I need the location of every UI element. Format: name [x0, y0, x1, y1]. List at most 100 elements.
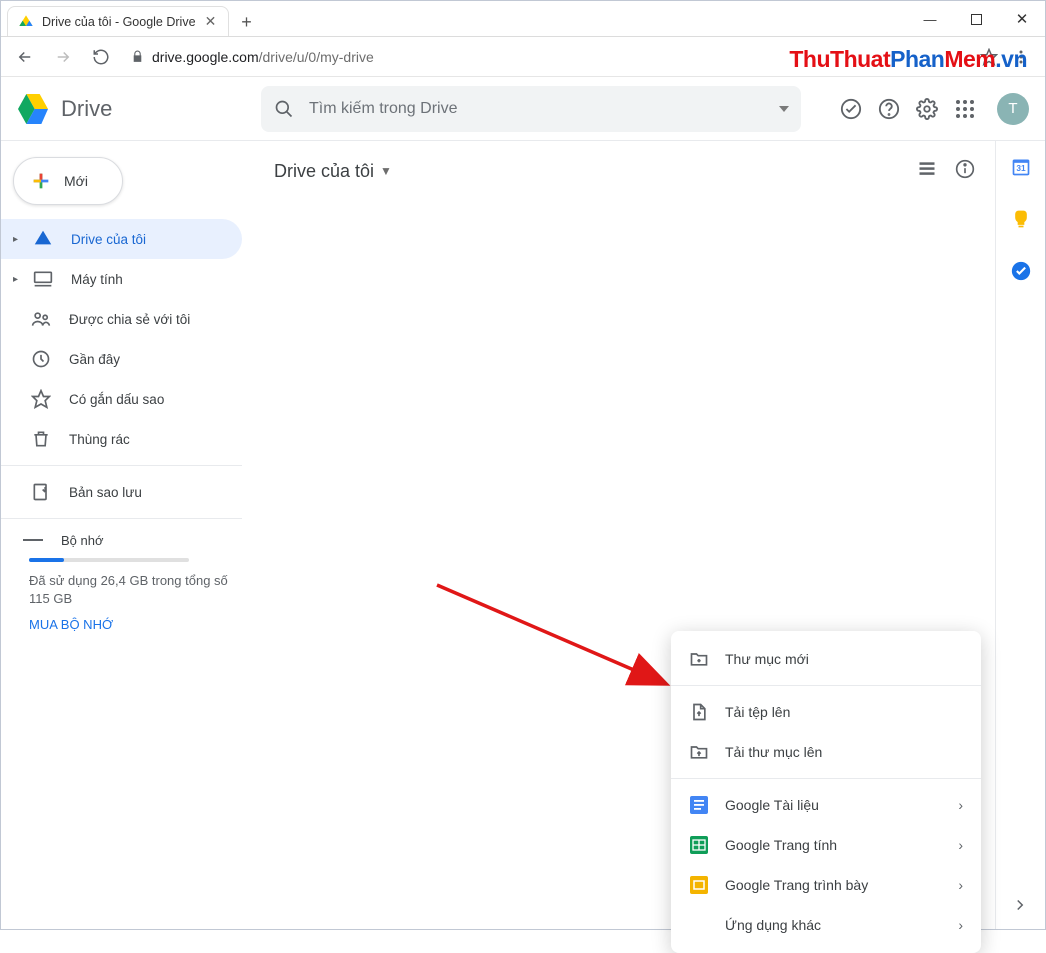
- tab-title: Drive của tôi - Google Drive: [42, 15, 196, 29]
- browser-tab-active[interactable]: Drive của tôi - Google Drive ✕: [7, 6, 229, 36]
- chevron-right-icon: ›: [958, 917, 963, 933]
- storage-label-row[interactable]: Bộ nhớ: [29, 533, 236, 548]
- sidebar-item-my-drive[interactable]: ▸ Drive của tôi: [1, 219, 242, 259]
- menu-item-label: Tải thư mục lên: [725, 744, 822, 760]
- new-folder-icon: [689, 649, 709, 669]
- details-icon[interactable]: [955, 159, 975, 184]
- sidebar-item-shared[interactable]: Được chia sẻ với tôi: [1, 299, 242, 339]
- search-icon: [273, 99, 295, 119]
- bookmark-star-icon[interactable]: [975, 43, 1003, 71]
- storage-usage-text: Đã sử dụng 26,4 GB trong tổng số 115 GB: [29, 572, 236, 607]
- sidebar-separator: [1, 518, 242, 519]
- sidebar-item-label: Drive của tôi: [71, 232, 146, 247]
- address-bar[interactable]: drive.google.com/drive/u/0/my-drive: [125, 42, 965, 72]
- keep-icon[interactable]: [1011, 209, 1031, 229]
- new-button-label: Mới: [64, 173, 88, 189]
- new-button[interactable]: Mới: [13, 157, 123, 205]
- shared-icon: [31, 309, 51, 329]
- menu-item-upload-folder[interactable]: Tải thư mục lên: [671, 732, 981, 772]
- sidebar-item-backups[interactable]: Bản sao lưu: [1, 472, 242, 512]
- sidebar-item-label: Được chia sẻ với tôi: [69, 312, 190, 327]
- side-panel-collapse-icon[interactable]: [1011, 896, 1029, 919]
- expand-icon[interactable]: ▸: [13, 274, 21, 285]
- backups-icon: [31, 482, 51, 502]
- sidebar: Mới ▸ Drive của tôi ▸ Máy tính: [1, 141, 258, 929]
- drive-header: Drive Tìm kiếm trong Drive T: [1, 77, 1045, 141]
- sidebar-item-label: Có gắn dấu sao: [69, 392, 164, 407]
- storage-label: Bộ nhớ: [61, 533, 104, 548]
- menu-item-new-folder[interactable]: Thư mục mới: [671, 639, 981, 679]
- browser-menu-icon[interactable]: [1007, 43, 1035, 71]
- google-slides-icon: [689, 876, 709, 894]
- computers-icon: [33, 269, 53, 289]
- drive-logo-text: Drive: [61, 96, 112, 122]
- browser-toolbar: drive.google.com/drive/u/0/my-drive: [1, 37, 1045, 77]
- sidebar-item-starred[interactable]: Có gắn dấu sao: [1, 379, 242, 419]
- toolbar-right: [975, 43, 1035, 71]
- window-minimize-button[interactable]: —: [907, 1, 953, 37]
- menu-item-google-slides[interactable]: Google Trang trình bày ›: [671, 865, 981, 905]
- expand-icon[interactable]: ▸: [13, 234, 21, 245]
- location-title[interactable]: Drive của tôi: [274, 161, 374, 182]
- location-right-controls: [917, 159, 975, 184]
- window-close-button[interactable]: ✕: [999, 1, 1045, 37]
- svg-text:31: 31: [1016, 163, 1026, 173]
- trash-icon: [31, 429, 51, 449]
- window-maximize-button[interactable]: [953, 1, 999, 37]
- location-dropdown-icon[interactable]: ▼: [380, 164, 392, 178]
- browser-tabs-area: Drive của tôi - Google Drive ✕ +: [1, 1, 907, 36]
- menu-item-upload-file[interactable]: Tải tệp lên: [671, 692, 981, 732]
- chevron-right-icon: ›: [958, 837, 963, 853]
- account-avatar[interactable]: T: [997, 93, 1029, 125]
- sidebar-item-trash[interactable]: Thùng rác: [1, 419, 242, 459]
- calendar-icon[interactable]: 31: [1011, 157, 1031, 177]
- search-dropdown-icon[interactable]: [779, 104, 789, 114]
- sidebar-item-label: Gần đây: [69, 352, 120, 367]
- upload-folder-icon: [689, 742, 709, 762]
- tab-close-icon[interactable]: ✕: [204, 13, 218, 30]
- recent-icon: [31, 349, 51, 369]
- star-icon: [31, 389, 51, 409]
- menu-item-label: Ứng dụng khác: [725, 917, 821, 933]
- menu-item-google-docs[interactable]: Google Tài liệu ›: [671, 785, 981, 825]
- chevron-right-icon: ›: [958, 797, 963, 813]
- search-bar[interactable]: Tìm kiếm trong Drive: [261, 86, 801, 132]
- help-icon[interactable]: [877, 97, 901, 121]
- lock-icon: [131, 50, 144, 63]
- google-apps-icon[interactable]: [953, 97, 977, 121]
- url-text: drive.google.com/drive/u/0/my-drive: [152, 49, 374, 65]
- side-panel: 31: [995, 141, 1045, 929]
- sidebar-separator: [1, 465, 242, 466]
- menu-item-google-sheets[interactable]: Google Trang tính ›: [671, 825, 981, 865]
- ready-offline-icon[interactable]: [839, 97, 863, 121]
- google-sheets-icon: [689, 836, 709, 854]
- search-placeholder: Tìm kiếm trong Drive: [309, 100, 765, 118]
- my-drive-icon: [33, 229, 53, 249]
- list-view-icon[interactable]: [917, 159, 937, 184]
- window-controls: — ✕: [907, 1, 1045, 36]
- storage-icon: [23, 539, 43, 543]
- menu-item-label: Tải tệp lên: [725, 704, 790, 720]
- nav-reload-button[interactable]: [87, 43, 115, 71]
- google-docs-icon: [689, 796, 709, 814]
- menu-item-label: Thư mục mới: [725, 651, 809, 667]
- location-bar: Drive của tôi ▼: [258, 141, 995, 189]
- sidebar-item-recent[interactable]: Gần đây: [1, 339, 242, 379]
- sidebar-item-computers[interactable]: ▸ Máy tính: [1, 259, 242, 299]
- settings-gear-icon[interactable]: [915, 97, 939, 121]
- buy-storage-link[interactable]: MUA BỘ NHỚ: [29, 617, 236, 632]
- sidebar-item-label: Máy tính: [71, 272, 123, 287]
- window-titlebar: Drive của tôi - Google Drive ✕ + — ✕: [1, 1, 1045, 37]
- header-icons: T: [839, 93, 1029, 125]
- drive-logo[interactable]: Drive: [13, 89, 253, 129]
- nav-forward-button[interactable]: [49, 43, 77, 71]
- menu-item-more-apps[interactable]: Ứng dụng khác ›: [671, 905, 981, 945]
- chevron-right-icon: ›: [958, 877, 963, 893]
- nav-back-button[interactable]: [11, 43, 39, 71]
- new-tab-button[interactable]: +: [233, 8, 261, 36]
- tasks-icon[interactable]: [1011, 261, 1031, 281]
- upload-file-icon: [689, 702, 709, 722]
- menu-separator: [671, 778, 981, 779]
- storage-section: Bộ nhớ Đã sử dụng 26,4 GB trong tổng số …: [1, 525, 258, 632]
- sidebar-item-label: Bản sao lưu: [69, 485, 142, 500]
